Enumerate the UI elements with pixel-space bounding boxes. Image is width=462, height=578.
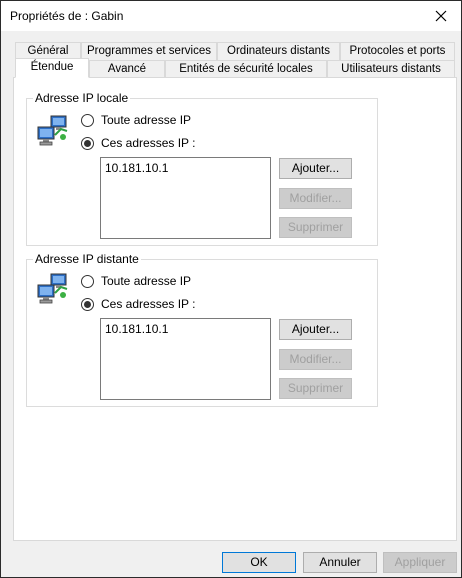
radio-button[interactable] <box>81 297 94 311</box>
radio-label: Toute adresse IP <box>101 113 192 127</box>
cancel-button[interactable]: Annuler <box>303 552 377 573</box>
radio-button[interactable] <box>81 136 94 150</box>
local-modify-button[interactable]: Modifier... <box>279 188 352 209</box>
button-label: Modifier... <box>289 191 342 205</box>
button-label: Supprimer <box>287 381 344 395</box>
tab-local-principals[interactable]: Entités de sécurité locales <box>165 60 327 78</box>
close-icon <box>435 10 447 22</box>
local-ip-list[interactable]: 10.181.10.1 <box>100 157 271 239</box>
local-add-button[interactable]: Ajouter... <box>279 158 352 179</box>
button-label: Modifier... <box>289 352 342 366</box>
tab-advanced[interactable]: Avancé <box>89 60 165 78</box>
button-label: OK <box>250 555 268 569</box>
apply-button[interactable]: Appliquer <box>383 552 457 573</box>
local-ip-group: Adresse IP locale Toute adresse IP Ces a… <box>26 91 378 246</box>
tab-label: Protocoles et ports <box>349 45 446 57</box>
tab-label: Ordinateurs distants <box>227 45 330 57</box>
radio-button[interactable] <box>81 113 94 127</box>
remote-ip-list[interactable]: 10.181.10.1 <box>100 318 271 400</box>
button-label: Ajouter... <box>291 322 340 336</box>
tab-panel-scope: Adresse IP locale Toute adresse IP Ces a… <box>13 77 457 541</box>
remote-these-ip-option[interactable]: Ces adresses IP : <box>81 297 196 311</box>
ok-button[interactable]: OK <box>222 552 296 573</box>
radio-button[interactable] <box>81 274 94 288</box>
close-button[interactable] <box>421 1 461 31</box>
window-title: Propriétés de : Gabin <box>10 9 124 23</box>
button-label: Ajouter... <box>291 161 340 175</box>
local-remove-button[interactable]: Supprimer <box>279 217 352 238</box>
button-label: Appliquer <box>394 555 446 569</box>
tab-label: Étendue <box>30 61 74 73</box>
tab-label: Général <box>27 45 69 57</box>
tab-label: Avancé <box>107 63 147 75</box>
tab-label: Utilisateurs distants <box>341 63 441 75</box>
remote-any-ip-option[interactable]: Toute adresse IP <box>81 274 191 288</box>
remote-remove-button[interactable]: Supprimer <box>279 378 352 399</box>
radio-label: Toute adresse IP <box>101 274 192 288</box>
network-computers-icon <box>37 115 68 146</box>
radio-label: Ces adresses IP : <box>101 136 196 150</box>
list-item[interactable]: 10.181.10.1 <box>105 322 266 336</box>
tab-scope[interactable]: Étendue <box>15 58 89 78</box>
remote-ip-group: Adresse IP distante Toute adresse IP Ces… <box>26 252 378 407</box>
tab-remote-computers[interactable]: Ordinateurs distants <box>217 42 340 60</box>
tab-programs-services[interactable]: Programmes et services <box>81 42 217 60</box>
properties-dialog: Propriétés de : Gabin Général Programmes… <box>0 0 462 578</box>
tab-remote-users[interactable]: Utilisateurs distants <box>327 60 455 78</box>
local-these-ip-option[interactable]: Ces adresses IP : <box>81 136 196 150</box>
group-legend: Adresse IP locale <box>33 91 131 105</box>
button-label: Supprimer <box>287 220 344 234</box>
remote-modify-button[interactable]: Modifier... <box>279 349 352 370</box>
group-legend: Adresse IP distante <box>33 252 141 266</box>
title-bar[interactable]: Propriétés de : Gabin <box>1 1 461 31</box>
remote-add-button[interactable]: Ajouter... <box>279 319 352 340</box>
button-label: Annuler <box>319 555 361 569</box>
tab-label: Entités de sécurité locales <box>179 63 313 75</box>
local-any-ip-option[interactable]: Toute adresse IP <box>81 113 191 127</box>
list-item[interactable]: 10.181.10.1 <box>105 161 266 175</box>
tab-label: Programmes et services <box>87 45 211 57</box>
tab-protocols-ports[interactable]: Protocoles et ports <box>340 42 455 60</box>
radio-label: Ces adresses IP : <box>101 297 196 311</box>
network-computers-icon <box>37 273 68 304</box>
